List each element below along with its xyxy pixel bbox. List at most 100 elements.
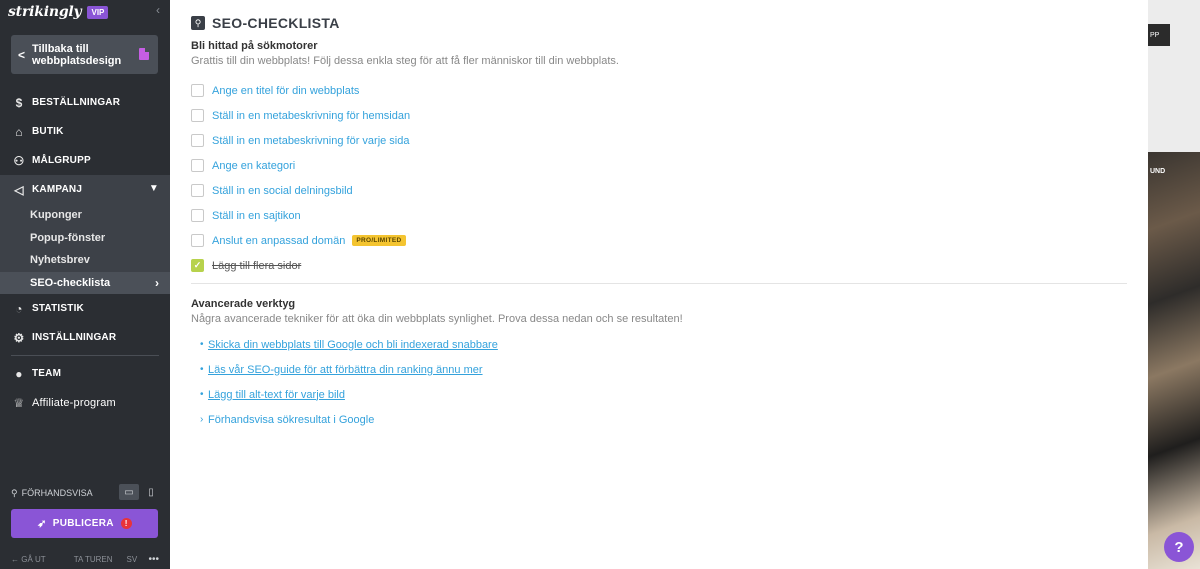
page-icon xyxy=(139,48,149,60)
sidebar-item-campaign[interactable]: ◁ KAMPANJ ▼ xyxy=(0,175,170,204)
seo-checklist-panel: ⚲ SEO-CHECKLISTA Bli hittad på sökmotore… xyxy=(170,0,1148,569)
checklist-item-link[interactable]: Ställ in en metabeskrivning för hemsidan xyxy=(212,110,410,122)
warning-icon: ! xyxy=(120,518,132,529)
sidebar-item-team[interactable]: ● TEAM xyxy=(0,359,170,388)
back-to-design-button[interactable]: < Tillbaka till webbplatsdesign xyxy=(11,35,158,74)
sidebar-item-label: MÅLGRUPP xyxy=(32,155,91,166)
desktop-icon[interactable]: ▭ xyxy=(119,484,139,500)
sidebar-item-orders[interactable]: $ BESTÄLLNINGAR xyxy=(0,88,170,117)
sidebar-item-settings[interactable]: ⚙ INSTÄLLNINGAR xyxy=(0,323,170,352)
preview-app-badge: PP xyxy=(1148,24,1170,46)
sidebar-item-newsletter[interactable]: Nyhetsbrev xyxy=(0,249,170,272)
sidebar-item-label: TEAM xyxy=(32,368,62,379)
pro-limited-badge: PRO/LIMITED xyxy=(352,235,406,246)
search-icon: ⚲ xyxy=(11,487,18,498)
sidebar-item-label: BESTÄLLNINGAR xyxy=(32,97,121,108)
list-item[interactable]: • Skicka din webbplats till Google och b… xyxy=(200,332,498,357)
section-description-search: Grattis till din webbplats! Följ dessa e… xyxy=(191,55,619,67)
people-icon: ⚇ xyxy=(13,153,25,168)
bullet-icon: • xyxy=(200,389,204,400)
language-link[interactable]: SV xyxy=(127,555,138,564)
checkbox[interactable] xyxy=(191,84,204,97)
preview-search-results-toggle[interactable]: Förhandsvisa sökresultat i Google xyxy=(208,414,374,426)
sidebar-item-label: STATISTIK xyxy=(32,303,84,314)
brand-logo[interactable]: strikingly xyxy=(8,4,82,20)
checkbox[interactable] xyxy=(191,184,204,197)
sidebar-subitem-label: Popup-fönster xyxy=(30,231,106,244)
sidebar-subitem-label: SEO-checklista xyxy=(30,276,111,289)
store-icon: ⌂ xyxy=(15,124,23,139)
checklist-item[interactable]: Ställ in en metabeskrivning för hemsidan xyxy=(191,103,410,128)
bullet-icon: • xyxy=(200,364,204,375)
chart-icon: ◔ xyxy=(15,301,23,316)
preview-label[interactable]: FÖRHANDSVISA xyxy=(22,488,93,498)
sidebar: strikingly VIP ‹ < Tillbaka till webbpla… xyxy=(0,0,170,569)
section-heading-advanced: Avancerade verktyg xyxy=(191,298,296,310)
exit-link[interactable]: ← GÅ UT xyxy=(11,555,60,564)
section-description-advanced: Några avancerade tekniker för att öka di… xyxy=(191,313,683,325)
chevron-right-icon: › xyxy=(155,275,159,290)
section-divider xyxy=(191,283,1127,284)
checklist-item-done[interactable]: ✓ Lägg till flera sidor xyxy=(191,253,410,278)
checklist-item-link[interactable]: Ställ in en sajtikon xyxy=(212,210,301,222)
checkbox[interactable] xyxy=(191,134,204,147)
checkbox[interactable] xyxy=(191,209,204,222)
checkbox[interactable] xyxy=(191,109,204,122)
help-icon: ? xyxy=(1174,538,1184,556)
team-icon: ● xyxy=(15,366,23,381)
sidebar-item-label: Affiliate-program xyxy=(32,396,116,409)
sidebar-item-audience[interactable]: ⚇ MÅLGRUPP xyxy=(0,146,170,175)
sidebar-item-statistics[interactable]: ◔ STATISTIK xyxy=(0,294,170,323)
list-item[interactable]: • Lägg till alt-text för varje bild xyxy=(200,382,498,407)
help-button[interactable]: ? xyxy=(1164,532,1194,562)
preview-background-label: UND xyxy=(1150,168,1166,175)
sidebar-nav: $ BESTÄLLNINGAR ⌂ BUTIK ⚇ MÅLGRUPP ◁ KAM… xyxy=(0,88,170,417)
more-icon[interactable]: ••• xyxy=(148,554,159,565)
sidebar-item-label: BUTIK xyxy=(32,126,64,137)
exit-label: GÅ UT xyxy=(21,554,46,564)
preview-photo xyxy=(1148,152,1200,569)
sidebar-footer: ← GÅ UT TA TUREN SV ••• xyxy=(11,553,161,565)
sidebar-subitem-label: Nyhetsbrev xyxy=(30,254,90,267)
mobile-icon[interactable]: ▯ xyxy=(141,484,161,500)
checklist-item-label: Lägg till flera sidor xyxy=(212,259,302,272)
checkbox[interactable] xyxy=(191,234,204,247)
checklist-item[interactable]: Anslut en anpassad domän PRO/LIMITED xyxy=(191,228,410,253)
collapse-sidebar-icon[interactable]: ‹ xyxy=(156,3,160,17)
checkbox-checked[interactable]: ✓ xyxy=(191,259,204,272)
trophy-icon: ♕ xyxy=(13,395,25,410)
publish-label: PUBLICERA xyxy=(52,518,114,529)
checklist-item[interactable]: Ange en kategori xyxy=(191,153,410,178)
checkbox[interactable] xyxy=(191,159,204,172)
checklist-item[interactable]: Ställ in en metabeskrivning för varje si… xyxy=(191,128,410,153)
checklist-item[interactable]: Ställ in en sajtikon xyxy=(191,203,410,228)
rocket-icon: ➶ xyxy=(37,518,47,530)
vip-badge: VIP xyxy=(87,5,109,19)
chevron-left-icon: < xyxy=(18,47,26,62)
checklist-item-link[interactable]: Anslut en anpassad domän xyxy=(212,235,345,247)
sidebar-item-coupons[interactable]: Kuponger xyxy=(0,204,170,227)
search-icon: ⚲ xyxy=(191,16,205,30)
campaign-submenu: Kuponger Popup-fönster Nyhetsbrev SEO-ch… xyxy=(0,204,170,294)
sidebar-subitem-label: Kuponger xyxy=(30,209,82,222)
sidebar-divider xyxy=(11,355,159,356)
submit-to-google-link[interactable]: Skicka din webbplats till Google och bli… xyxy=(208,339,498,351)
sidebar-item-seo-checklist[interactable]: SEO-checklista › xyxy=(0,271,170,294)
checklist-item[interactable]: Ställ in en social delningsbild xyxy=(191,178,410,203)
list-item[interactable]: › Förhandsvisa sökresultat i Google xyxy=(200,407,498,432)
sidebar-item-popups[interactable]: Popup-fönster xyxy=(0,227,170,250)
seo-guide-link[interactable]: Läs vår SEO-guide för att förbättra din … xyxy=(208,364,483,376)
sidebar-item-store[interactable]: ⌂ BUTIK xyxy=(0,117,170,146)
list-item[interactable]: • Läs vår SEO-guide för att förbättra di… xyxy=(200,357,498,382)
back-to-design-label: Tillbaka till webbplatsdesign xyxy=(32,42,122,67)
tour-link[interactable]: TA TUREN xyxy=(74,555,113,564)
megaphone-icon: ◁ xyxy=(14,182,24,197)
checklist-item-link[interactable]: Ange en kategori xyxy=(212,160,295,172)
sidebar-item-affiliate[interactable]: ♕ Affiliate-program xyxy=(0,388,170,417)
checklist-item-link[interactable]: Ange en titel för din webbplats xyxy=(212,85,359,97)
checklist-item[interactable]: Ange en titel för din webbplats xyxy=(191,78,410,103)
publish-button[interactable]: ➶ PUBLICERA ! xyxy=(11,509,158,538)
checklist-item-link[interactable]: Ställ in en social delningsbild xyxy=(212,185,353,197)
alt-text-link[interactable]: Lägg till alt-text för varje bild xyxy=(208,389,345,401)
checklist-item-link[interactable]: Ställ in en metabeskrivning för varje si… xyxy=(212,135,409,147)
